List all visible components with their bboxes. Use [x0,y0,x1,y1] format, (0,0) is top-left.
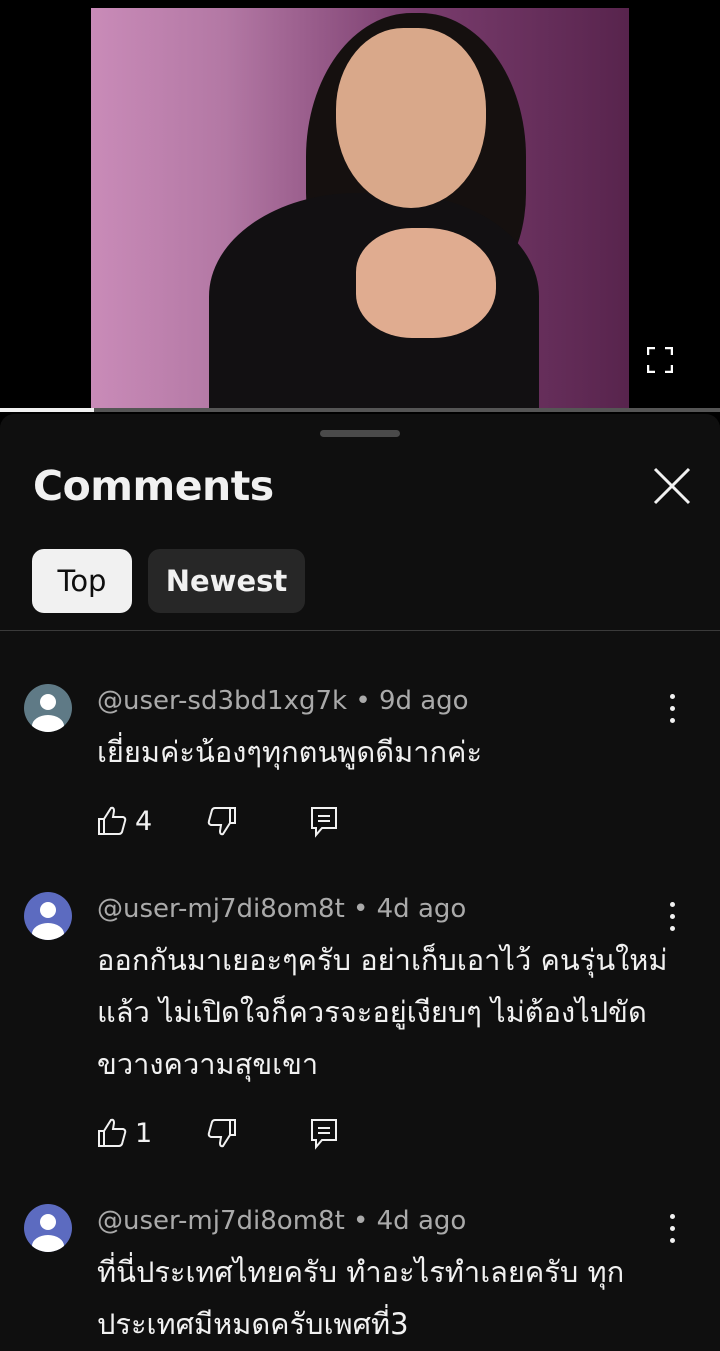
close-icon [653,467,691,505]
video-progress-bar[interactable] [0,408,720,412]
default-avatar-icon [24,1204,72,1252]
like-count: 1 [135,1118,153,1149]
comments-title: Comments [33,462,274,510]
comment-meta: @user-mj7di8om8t • 4d ago [97,894,466,924]
filter-newest-chip[interactable]: Newest [148,549,305,613]
meta-separator: • [347,686,379,716]
comment-text: ออกกันมาเยอะๆครับ อย่าเก็บเอาไว้ คนรุ่นใ… [97,943,668,1081]
reply-icon[interactable] [309,1116,339,1150]
more-options-icon[interactable] [660,1210,684,1246]
like-icon[interactable] [97,804,127,838]
video-frame [91,8,629,412]
comment-time: 4d ago [376,894,467,924]
comment-author[interactable]: @user-mj7di8om8t [97,894,345,924]
comment-text: ที่นี่ประเทศไทยครับ ทำอะไรทำเลยครับ ทุกป… [97,1255,625,1341]
default-avatar-icon [24,684,72,732]
like-icon[interactable] [97,1116,127,1150]
like-count: 4 [135,806,153,837]
fullscreen-icon[interactable] [647,347,673,373]
avatar[interactable] [24,892,72,940]
meta-separator: • [344,1206,377,1236]
video-subject-face [336,28,486,208]
reply-icon[interactable] [309,804,339,838]
filter-top-chip[interactable]: Top [32,549,132,613]
comment-time: 4d ago [376,1206,467,1236]
dislike-icon[interactable] [207,804,237,838]
video-subject-hands [356,228,496,338]
avatar[interactable] [24,1204,72,1252]
drag-handle[interactable] [320,430,400,437]
comment-time: 9d ago [378,686,469,716]
comment-meta: @user-sd3bd1xg7k • 9d ago [97,686,469,716]
avatar[interactable] [24,684,72,732]
more-options-icon[interactable] [660,690,684,726]
video-progress-fill [0,408,94,412]
close-button[interactable] [652,466,692,506]
more-options-icon[interactable] [660,898,684,934]
comment-actions: 4 [97,804,397,844]
comment-author[interactable]: @user-mj7di8om8t [97,1206,345,1236]
comment-text: เยี่ยมค่ะน้องๆทุกตนพูดดีมากค่ะ [97,735,483,769]
comment-author[interactable]: @user-sd3bd1xg7k [97,686,347,716]
comment-meta: @user-mj7di8om8t • 4d ago [97,1206,466,1236]
comments-sheet: Comments Top Newest @user-sd3bd1xg7k • 9… [0,414,720,1351]
divider [0,630,720,631]
dislike-icon[interactable] [207,1116,237,1150]
video-player[interactable] [0,0,720,412]
comment-actions: 1 [97,1116,397,1156]
default-avatar-icon [24,892,72,940]
meta-separator: • [344,894,377,924]
